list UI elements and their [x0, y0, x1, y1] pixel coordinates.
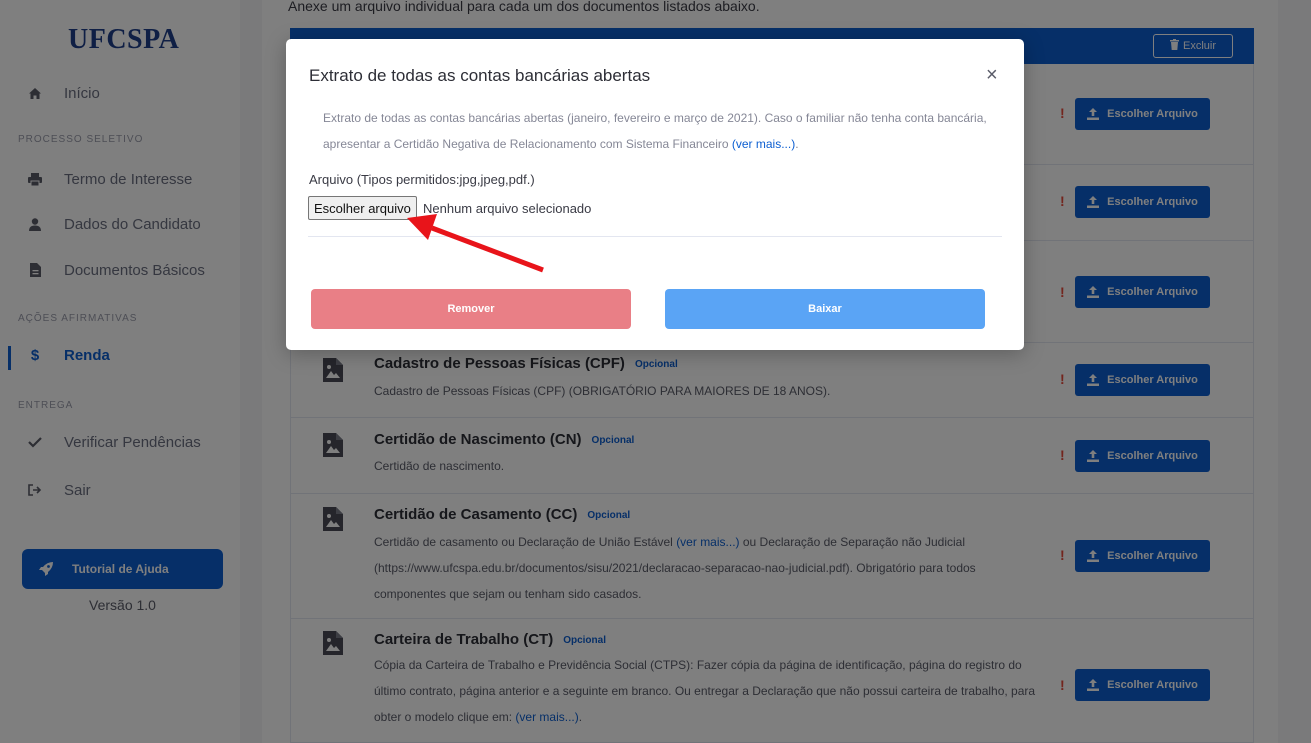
- modal-title: Extrato de todas as contas bancárias abe…: [309, 66, 651, 85]
- remove-button[interactable]: Remover: [311, 289, 631, 329]
- download-button[interactable]: Baixar: [665, 289, 985, 329]
- choose-file-input[interactable]: Escolher arquivo: [308, 196, 417, 220]
- ver-mais-link[interactable]: (ver mais...): [732, 137, 795, 151]
- upload-modal: Extrato de todas as contas bancárias abe…: [286, 39, 1024, 350]
- file-status-text: Nenhum arquivo selecionado: [423, 201, 592, 216]
- file-input-label: Arquivo (Tipos permitidos:jpg,jpeg,pdf.): [309, 172, 535, 187]
- close-icon[interactable]: ×: [986, 65, 998, 85]
- modal-divider: [308, 236, 1002, 237]
- modal-description: Extrato de todas as contas bancárias abe…: [323, 111, 987, 151]
